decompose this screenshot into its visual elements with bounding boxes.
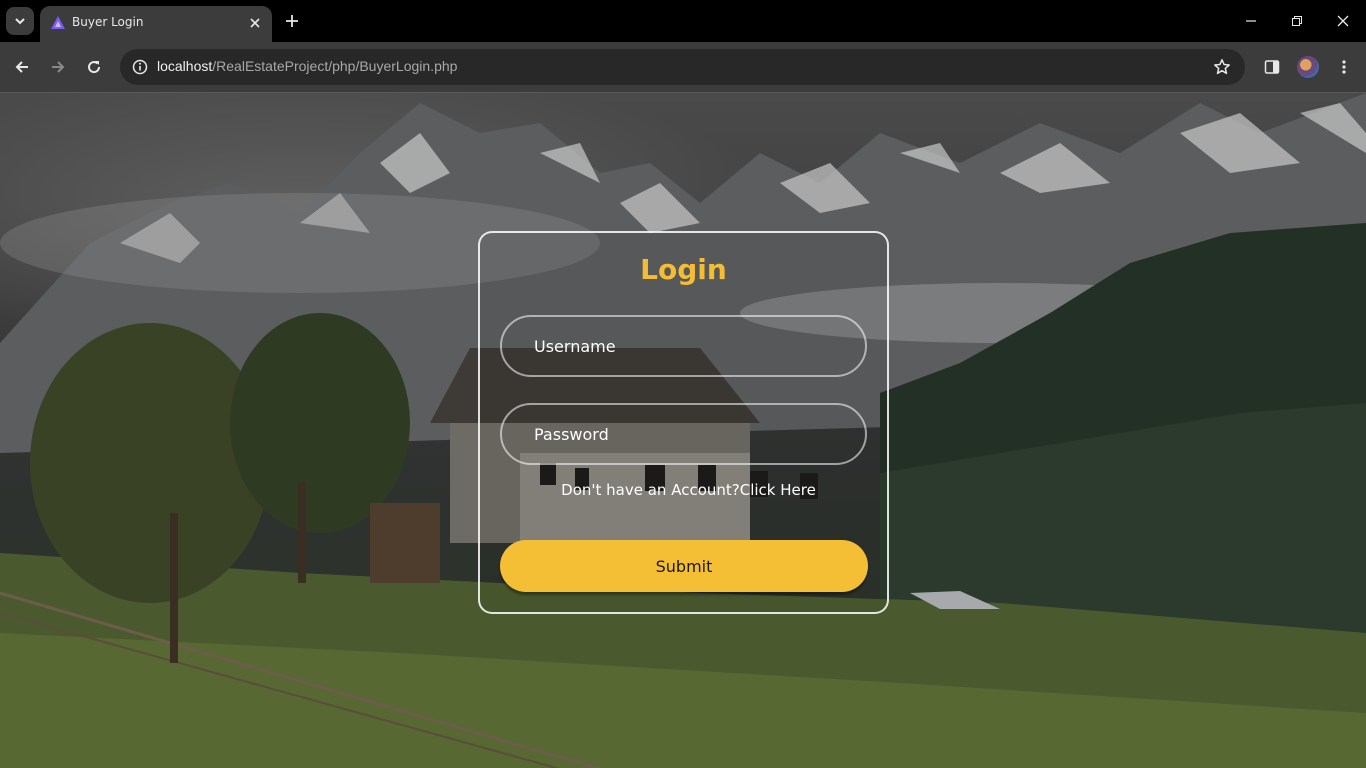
tab-close-button[interactable] [246,14,264,32]
chevron-down-icon [15,18,25,25]
star-icon [1214,59,1230,75]
close-window-button[interactable] [1332,10,1354,32]
tab-buyer-login[interactable]: Buyer Login [40,6,272,42]
submit-button[interactable]: Submit [500,540,868,592]
tab-title: Buyer Login [72,15,144,29]
bookmark-button[interactable] [1211,56,1233,78]
close-icon [250,18,260,28]
side-panel-button[interactable] [1260,55,1284,79]
minimize-button[interactable] [1240,10,1262,32]
url-text[interactable]: localhost/RealEstateProject/php/BuyerLog… [157,58,457,74]
close-icon [1337,15,1349,27]
browser-toolbar: localhost/RealEstateProject/php/BuyerLog… [0,42,1366,92]
avatar[interactable] [1297,56,1319,78]
signup-prompt-text: Don't have an Account? [561,481,740,499]
page-viewport: Login Don't have an Account?Click Here S… [0,92,1366,768]
username-field[interactable] [500,315,867,377]
site-info-button[interactable] [128,55,152,79]
reload-button[interactable] [82,55,106,79]
forward-button[interactable] [46,55,70,79]
info-icon [132,59,148,75]
arrow-right-icon [52,61,65,73]
restore-button[interactable] [1286,10,1308,32]
tab-strip: Buyer Login [0,0,1366,42]
address-bar[interactable]: localhost/RealEstateProject/php/BuyerLog… [120,49,1245,85]
arrow-left-icon [15,61,28,73]
url-path: /RealEstateProject/php/BuyerLogin.php [212,58,458,74]
plus-icon [286,15,298,27]
login-title: Login [640,253,727,286]
signup-link[interactable]: Click Here [740,481,816,499]
signup-prompt: Don't have an Account?Click Here [480,481,887,499]
browser-menu-button[interactable] [1332,55,1356,79]
login-form: Login Don't have an Account?Click Here S… [478,231,889,614]
side-panel-icon [1264,60,1280,74]
new-tab-button[interactable] [282,11,302,31]
tab-search-button[interactable] [6,7,34,35]
restore-icon [1292,16,1302,26]
triangle-logo-icon [51,16,65,29]
kebab-menu-icon [1342,60,1346,74]
reload-icon [88,61,101,74]
url-host: localhost [157,58,213,74]
back-button[interactable] [10,55,34,79]
minimize-icon [1246,20,1256,22]
password-field[interactable] [500,403,867,465]
